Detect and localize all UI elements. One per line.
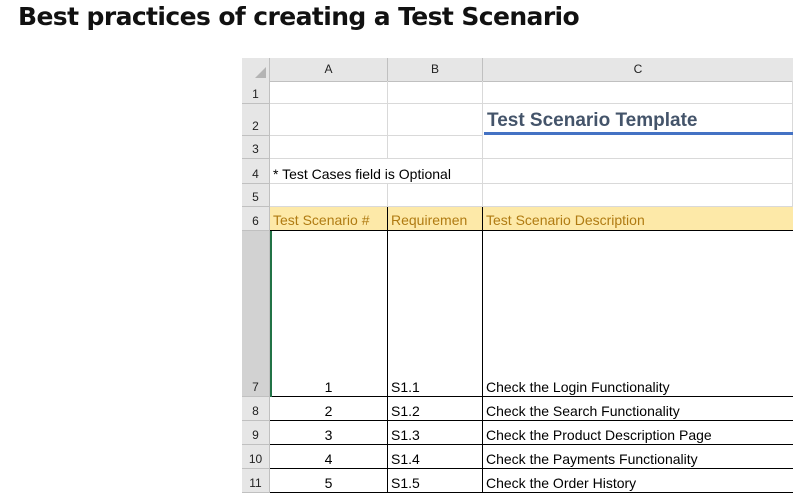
optional-note: * Test Cases field is Optional	[273, 166, 451, 182]
requirement-id: S1.4	[391, 451, 420, 467]
row-header-1[interactable]: 1	[242, 81, 270, 104]
row-header-4[interactable]: 4	[242, 159, 270, 184]
scenario-description: Check the Product Description Page	[486, 427, 712, 443]
requirement-id: S1.1	[391, 379, 420, 395]
cell-a8[interactable]: 2	[270, 397, 388, 421]
cell-c1[interactable]	[483, 81, 793, 104]
header-description[interactable]: Test Scenario Description	[483, 207, 793, 231]
row-header-3[interactable]: 3	[242, 136, 270, 159]
row-header-10[interactable]: 10	[242, 445, 270, 469]
requirement-id: S1.5	[391, 475, 420, 491]
cell-c7[interactable]: Check the Login Functionality	[483, 231, 793, 397]
header-label: Test Scenario Description	[486, 212, 645, 228]
scenario-number: 3	[324, 427, 333, 443]
scenario-description: Check the Login Functionality	[486, 379, 670, 395]
column-header-b[interactable]: B	[388, 58, 483, 81]
cell-a7[interactable]: 1	[270, 231, 388, 397]
row-header-9[interactable]: 9	[242, 421, 270, 445]
scenario-description: Check the Payments Functionality	[486, 451, 698, 467]
cell-a10[interactable]: 4	[270, 445, 388, 469]
header-label: Requiremen	[391, 212, 468, 228]
requirement-id: S1.2	[391, 403, 420, 419]
column-header-a[interactable]: A	[270, 58, 388, 81]
cell-b10[interactable]: S1.4	[388, 445, 483, 469]
cell-b3[interactable]	[388, 136, 483, 159]
cell-c10[interactable]: Check the Payments Functionality	[483, 445, 793, 469]
cell-b2[interactable]	[388, 104, 483, 136]
cell-c9[interactable]: Check the Product Description Page	[483, 421, 793, 445]
cell-b1[interactable]	[388, 81, 483, 104]
cell-a4-note[interactable]: * Test Cases field is Optional	[270, 159, 483, 184]
column-header-c[interactable]: C	[483, 58, 793, 81]
row-header-6[interactable]: 6	[242, 207, 270, 231]
cell-a3[interactable]	[270, 136, 388, 159]
cell-b8[interactable]: S1.2	[388, 397, 483, 421]
page-heading: Best practices of creating a Test Scenar…	[18, 2, 580, 31]
title-underline	[484, 132, 793, 135]
cell-a5[interactable]	[270, 184, 388, 207]
scenario-number: 1	[324, 379, 333, 395]
cell-b9[interactable]: S1.3	[388, 421, 483, 445]
spreadsheet[interactable]: A B C 1 2 3 4 5 6 7 8 9 10 11 Test Scena…	[242, 58, 793, 493]
header-requirement[interactable]: Requiremen	[388, 207, 483, 231]
cell-b11[interactable]: S1.5	[388, 469, 483, 493]
scenario-number: 5	[324, 475, 333, 491]
cell-c4[interactable]	[483, 159, 793, 184]
cell-b5[interactable]	[388, 184, 483, 207]
row-header-7[interactable]: 7	[242, 231, 270, 397]
requirement-id: S1.3	[391, 427, 420, 443]
cell-a1[interactable]	[270, 81, 388, 104]
column-header-bar: A B C	[242, 58, 793, 82]
row-header-8[interactable]: 8	[242, 397, 270, 421]
template-title: Test Scenario Template	[487, 110, 698, 131]
row-header-11[interactable]: 11	[242, 469, 270, 493]
scenario-description: Check the Search Functionality	[486, 403, 680, 419]
header-test-scenario-num[interactable]: Test Scenario #	[270, 207, 388, 231]
cell-c8[interactable]: Check the Search Functionality	[483, 397, 793, 421]
cell-a2[interactable]	[270, 104, 388, 136]
header-label: Test Scenario #	[273, 212, 370, 228]
cell-c11[interactable]: Check the Order History	[483, 469, 793, 493]
scenario-number: 2	[324, 403, 333, 419]
select-all-button[interactable]	[242, 58, 270, 81]
scenario-number: 4	[324, 451, 333, 467]
row-header-2[interactable]: 2	[242, 104, 270, 136]
row-header-5[interactable]: 5	[242, 184, 270, 207]
cell-a9[interactable]: 3	[270, 421, 388, 445]
scenario-description: Check the Order History	[486, 475, 637, 491]
select-all-icon	[255, 67, 266, 78]
cell-b7[interactable]: S1.1	[388, 231, 483, 397]
cell-a11[interactable]: 5	[270, 469, 388, 493]
cell-c5[interactable]	[483, 184, 793, 207]
active-cell-border	[270, 231, 272, 397]
cell-c3[interactable]	[483, 136, 793, 159]
